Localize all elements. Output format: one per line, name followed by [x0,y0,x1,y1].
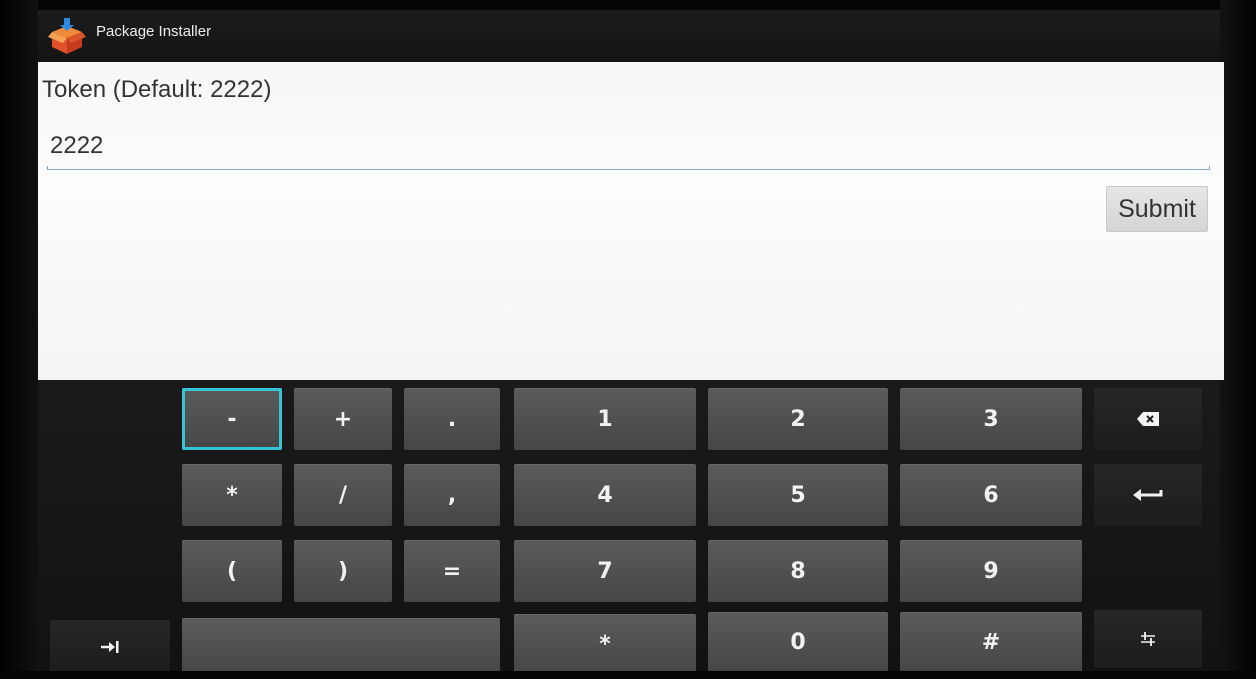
key-slash[interactable]: / [294,464,392,526]
key-2[interactable]: 2 [708,388,888,450]
key-settings[interactable] [1094,610,1202,668]
input-underline [47,166,1210,170]
key-8[interactable]: 8 [708,540,888,602]
key-backspace[interactable] [1094,388,1202,450]
key-3[interactable]: 3 [900,388,1082,450]
backspace-icon [1137,412,1159,426]
key-0[interactable]: 0 [708,612,888,672]
enter-icon [1133,489,1163,501]
key-period[interactable]: . [404,388,500,450]
key-space[interactable] [182,618,500,674]
key-7[interactable]: 7 [514,540,696,602]
keyboard-settings-icon [1141,632,1155,646]
key-open-paren[interactable]: ( [182,540,282,602]
key-enter[interactable] [1094,464,1202,526]
bezel-top [0,0,1256,10]
key-asterisk[interactable]: * [182,464,282,526]
key-close-paren[interactable]: ) [294,540,392,602]
key-comma[interactable]: , [404,464,500,526]
token-input[interactable] [48,126,1212,166]
key-4[interactable]: 4 [514,464,696,526]
token-label: Token (Default: 2222) [42,76,272,103]
tab-icon [101,641,119,653]
key-1[interactable]: 1 [514,388,696,450]
submit-button[interactable]: Submit [1106,186,1208,232]
key-9[interactable]: 9 [900,540,1082,602]
numeric-keyboard: - + . 1 2 3 * / , 4 5 6 ( ) = 7 8 9 * 0 … [38,380,1220,674]
bezel-bottom [0,671,1256,679]
key-5[interactable]: 5 [708,464,888,526]
title-bar: Package Installer [38,10,1220,62]
app-title: Package Installer [96,23,212,40]
key-6[interactable]: 6 [900,464,1082,526]
key-equals[interactable]: = [404,540,500,602]
key-tab[interactable] [50,620,170,674]
key-hash[interactable]: # [900,612,1082,672]
key-minus[interactable]: - [182,388,282,450]
key-plus[interactable]: + [294,388,392,450]
bezel-left [0,0,38,679]
bezel-right [1220,0,1256,679]
content-panel: Token (Default: 2222) Submit [38,62,1224,380]
key-star[interactable]: * [514,614,696,674]
package-box-icon [48,18,86,54]
device-screen: Package Installer Token (Default: 2222) … [0,0,1256,679]
